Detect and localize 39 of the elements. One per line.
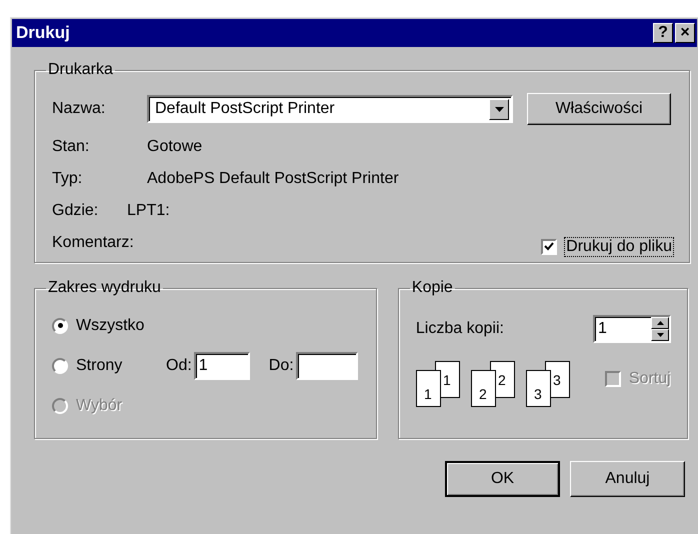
radio-button[interactable] xyxy=(52,358,68,374)
help-button[interactable]: ? xyxy=(653,23,673,43)
checkbox-label: Drukuj do pliku xyxy=(565,238,673,256)
check-icon xyxy=(544,242,554,251)
spin-down-button[interactable] xyxy=(651,329,669,341)
ok-button[interactable]: OK xyxy=(445,461,560,497)
info-label: Gdzie: xyxy=(52,202,100,220)
radio-label: Wszystko xyxy=(76,316,144,334)
caret-icon xyxy=(494,106,504,112)
radio-label: Wybór xyxy=(76,396,122,414)
info-value: Gotowe xyxy=(147,138,202,156)
copies-spin-field[interactable]: 1 xyxy=(593,315,671,343)
dropdown-button[interactable] xyxy=(489,98,509,120)
spin-up-button[interactable] xyxy=(651,317,669,329)
info-label: Komentarz: xyxy=(52,234,135,252)
window-title: Drukuj xyxy=(16,23,70,43)
field-label: Do: xyxy=(268,356,294,374)
properties-button[interactable]: Właściwości xyxy=(527,93,671,125)
checkbox-label: Sortuj xyxy=(628,370,671,388)
info-value: AdobePS Default PostScript Printer xyxy=(147,170,399,188)
cancel-button[interactable]: Anuluj xyxy=(570,461,685,497)
field-label: Od: xyxy=(166,356,192,374)
info-label: Stan: xyxy=(52,138,90,156)
group-title: Drukarka xyxy=(47,61,114,79)
close-button[interactable]: × xyxy=(675,23,695,43)
field-label: Nazwa: xyxy=(52,100,106,118)
printer-dropdown[interactable]: Default PostScript Printer xyxy=(147,95,513,123)
group-title: Kopie xyxy=(410,279,454,297)
from-page-field[interactable]: 1 xyxy=(194,352,250,380)
print-to-file-checkbox[interactable] xyxy=(541,238,558,254)
radio-label: Strony xyxy=(76,356,124,374)
info-label: Typ: xyxy=(52,170,84,188)
down-icon xyxy=(656,333,664,337)
group-title: Zakres wydruku xyxy=(47,279,162,297)
field-label: Liczba kopii: xyxy=(416,320,504,338)
radio-button[interactable] xyxy=(52,318,68,334)
to-page-field[interactable] xyxy=(296,352,358,380)
info-value: LPT1: xyxy=(127,202,170,220)
up-icon xyxy=(656,321,664,325)
